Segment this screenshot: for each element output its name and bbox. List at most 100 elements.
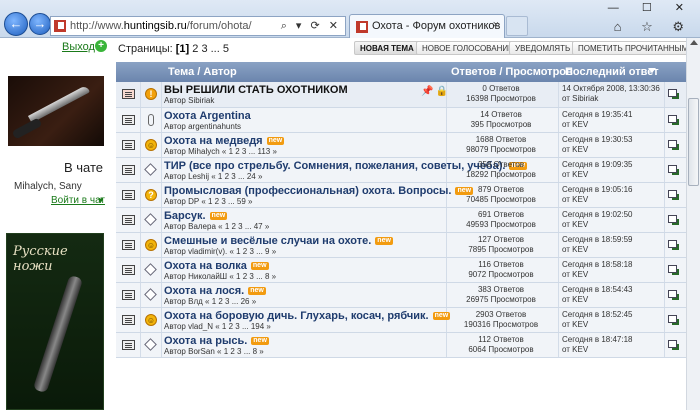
address-tools-icons[interactable]: ⌕ ▾ ⟳ ✕ — [281, 19, 341, 33]
topic-title-link[interactable]: Смешные и весёлые случаи на охоте. new — [164, 235, 393, 247]
topic-title[interactable]: Промысловая (профессиональная) охота. Во… — [164, 185, 451, 197]
goto-last-post-icon[interactable] — [668, 315, 679, 326]
knife-banner[interactable] — [8, 76, 104, 146]
topic-title-link[interactable]: Охота на медведя new — [164, 135, 285, 147]
goto-last-post-icon[interactable] — [668, 190, 679, 201]
new-poll-button[interactable]: Новое голосование — [416, 41, 520, 55]
topic-author-name[interactable]: Автор Валера — [164, 222, 216, 231]
topic-author-name[interactable]: Автор vlad_N — [164, 322, 213, 331]
russian-knives-banner[interactable]: Русские ножи — [6, 233, 104, 410]
logout-link[interactable]: Выход — [62, 41, 95, 53]
window-controls[interactable]: — ☐ ✕ — [608, 1, 694, 14]
last-post-author[interactable]: от KEV — [562, 270, 662, 280]
topic-author-name[interactable]: Автор Leshij — [164, 172, 209, 181]
topic-title[interactable]: Охота на лося. — [164, 285, 244, 297]
back-button[interactable]: ← — [4, 12, 28, 36]
topic-pages[interactable]: « 1 2 3 ... 47 » — [218, 222, 269, 231]
last-post: Сегодня в 18:59:59 от KEV — [562, 235, 662, 255]
forward-button[interactable]: → — [29, 13, 51, 35]
new-badge[interactable]: new — [266, 137, 285, 145]
last-post-author[interactable]: от KEV — [562, 220, 662, 230]
scroll-up-icon[interactable] — [690, 40, 698, 45]
topic-author-name[interactable]: Автор BorSan — [164, 347, 215, 356]
last-post-author[interactable]: от KEV — [562, 245, 662, 255]
goto-last-post-icon[interactable] — [668, 165, 679, 176]
topic-author-name[interactable]: Автор Влд — [164, 297, 203, 306]
topic-title-link[interactable]: Охота на лося. new — [164, 285, 266, 297]
last-post-author[interactable]: от KEV — [562, 120, 662, 130]
topic-title[interactable]: Охота на рысь. — [164, 335, 247, 347]
topic-pages[interactable]: « 1 2 3 ... 8 » — [229, 272, 276, 281]
goto-last-post-icon[interactable] — [668, 340, 679, 351]
last-post-author[interactable]: от KEV — [562, 170, 662, 180]
col-topic-header[interactable]: Тема / Автор — [168, 66, 237, 78]
topic-title-link[interactable]: Охота на боровую дичь. Глухарь, косач, р… — [164, 310, 451, 322]
goto-last-post-icon[interactable] — [668, 140, 679, 151]
topic-author-name[interactable]: Автор Mihalych — [164, 147, 220, 156]
goto-last-post-icon[interactable] — [668, 240, 679, 251]
goto-last-post-icon[interactable] — [668, 215, 679, 226]
topic-title[interactable]: Охота на боровую дичь. Глухарь, косач, р… — [164, 310, 429, 322]
topic-pages[interactable]: « 1 2 3 ... 26 » — [205, 297, 256, 306]
topic-title-link[interactable]: Промысловая (профессиональная) охота. Во… — [164, 185, 474, 197]
col-stats-header[interactable]: Ответов / Просмотров — [451, 66, 573, 78]
address-bar[interactable]: http://www.huntingsib.ru/forum/ohota/ ⌕ … — [50, 16, 346, 36]
last-post-author[interactable]: от KEV — [562, 145, 662, 155]
browser-toolbar-icons[interactable]: ⌂ ☆ ⚙ — [614, 19, 692, 35]
mark-read-button[interactable]: Пометить прочитанными — [572, 41, 700, 55]
topic-author-name[interactable]: Автор vladimir(v). — [164, 247, 227, 256]
topic-author-name[interactable]: Автор DP — [164, 197, 199, 206]
topic-title-link[interactable]: ВЫ РЕШИЛИ СТАТЬ ОХОТНИКОМ — [164, 84, 348, 96]
topic-title[interactable]: Смешные и весёлые случаи на охоте. — [164, 235, 371, 247]
new-tab-button[interactable] — [506, 16, 528, 36]
enter-chat-link[interactable]: Войти в чат — [51, 195, 105, 206]
topic-author-name[interactable]: Автор argentinahunts — [164, 122, 241, 131]
topic-title-link[interactable]: Охота на волка new — [164, 260, 269, 272]
pagination-links[interactable]: 2 3 ... 5 — [192, 43, 229, 55]
goto-last-post-icon[interactable] — [668, 115, 679, 126]
sort-desc-icon[interactable] — [648, 68, 656, 73]
topic-title[interactable]: Барсук. — [164, 210, 206, 222]
topic-pages[interactable]: « 1 2 3 ... 59 » — [201, 197, 252, 206]
plus-circle-icon[interactable]: + — [95, 40, 107, 52]
new-badge[interactable]: new — [209, 212, 228, 220]
page-scrollbar[interactable] — [686, 38, 700, 410]
topic-pages[interactable]: « 1 2 3 ... 8 » — [217, 347, 264, 356]
last-post-author[interactable]: от KEV — [562, 195, 662, 205]
topic-title[interactable]: Охота на волка — [164, 260, 247, 272]
new-topic-button[interactable]: Новая тема — [354, 41, 420, 55]
col-last-header[interactable]: Последний ответ — [565, 66, 659, 78]
topic-title-link[interactable]: Охота Argentina — [164, 110, 251, 122]
last-post-date: Сегодня в 18:52:45 — [562, 310, 633, 319]
new-badge[interactable]: new — [250, 262, 269, 270]
topic-pages[interactable]: « 1 2 3 ... 194 » — [215, 322, 271, 331]
scroll-thumb[interactable] — [688, 98, 699, 186]
last-post-author[interactable]: от KEV — [562, 320, 662, 330]
last-post-author[interactable]: от KEV — [562, 345, 662, 355]
table-row: Охота на волка new Автор НиколайШ « 1 2 3 … — [116, 258, 686, 283]
replies-count: 691 Ответов — [477, 210, 525, 219]
topic-title[interactable]: Охота на медведя — [164, 135, 263, 147]
tab-close-icon[interactable]: × — [493, 19, 499, 31]
goto-last-post-icon[interactable] — [668, 89, 679, 100]
topic-title-link[interactable]: Охота на рысь. new — [164, 335, 269, 347]
col-divider — [664, 133, 665, 157]
topic-author-name[interactable]: Автор НиколайШ — [164, 272, 227, 281]
topic-pages[interactable]: « 1 2 3 ... 24 » — [211, 172, 262, 181]
browser-tab[interactable]: Охота - Форум охотников × — [349, 14, 505, 38]
topic-pages[interactable]: « 1 2 3 ... 9 » — [229, 247, 276, 256]
new-badge[interactable]: new — [251, 337, 269, 345]
new-badge[interactable]: new — [375, 237, 393, 245]
last-post-date: Сегодня в 18:54:43 — [562, 285, 633, 294]
goto-last-post-icon[interactable] — [668, 290, 679, 301]
goto-last-post-icon[interactable] — [668, 265, 679, 276]
notify-button[interactable]: Уведомлять — [509, 41, 577, 55]
topic-title[interactable]: ВЫ РЕШИЛИ СТАТЬ ОХОТНИКОМ — [164, 84, 348, 96]
topic-author-name[interactable]: Автор Sibiriak — [164, 96, 214, 105]
topic-title[interactable]: Охота Argentina — [164, 110, 251, 122]
topic-title-link[interactable]: Барсук. new — [164, 210, 228, 222]
last-post-author[interactable]: от Sibiriak — [562, 94, 662, 104]
topic-pages[interactable]: « 1 2 3 ... 113 » — [222, 147, 277, 156]
new-badge[interactable]: new — [248, 287, 266, 295]
last-post-author[interactable]: от KEV — [562, 295, 662, 305]
